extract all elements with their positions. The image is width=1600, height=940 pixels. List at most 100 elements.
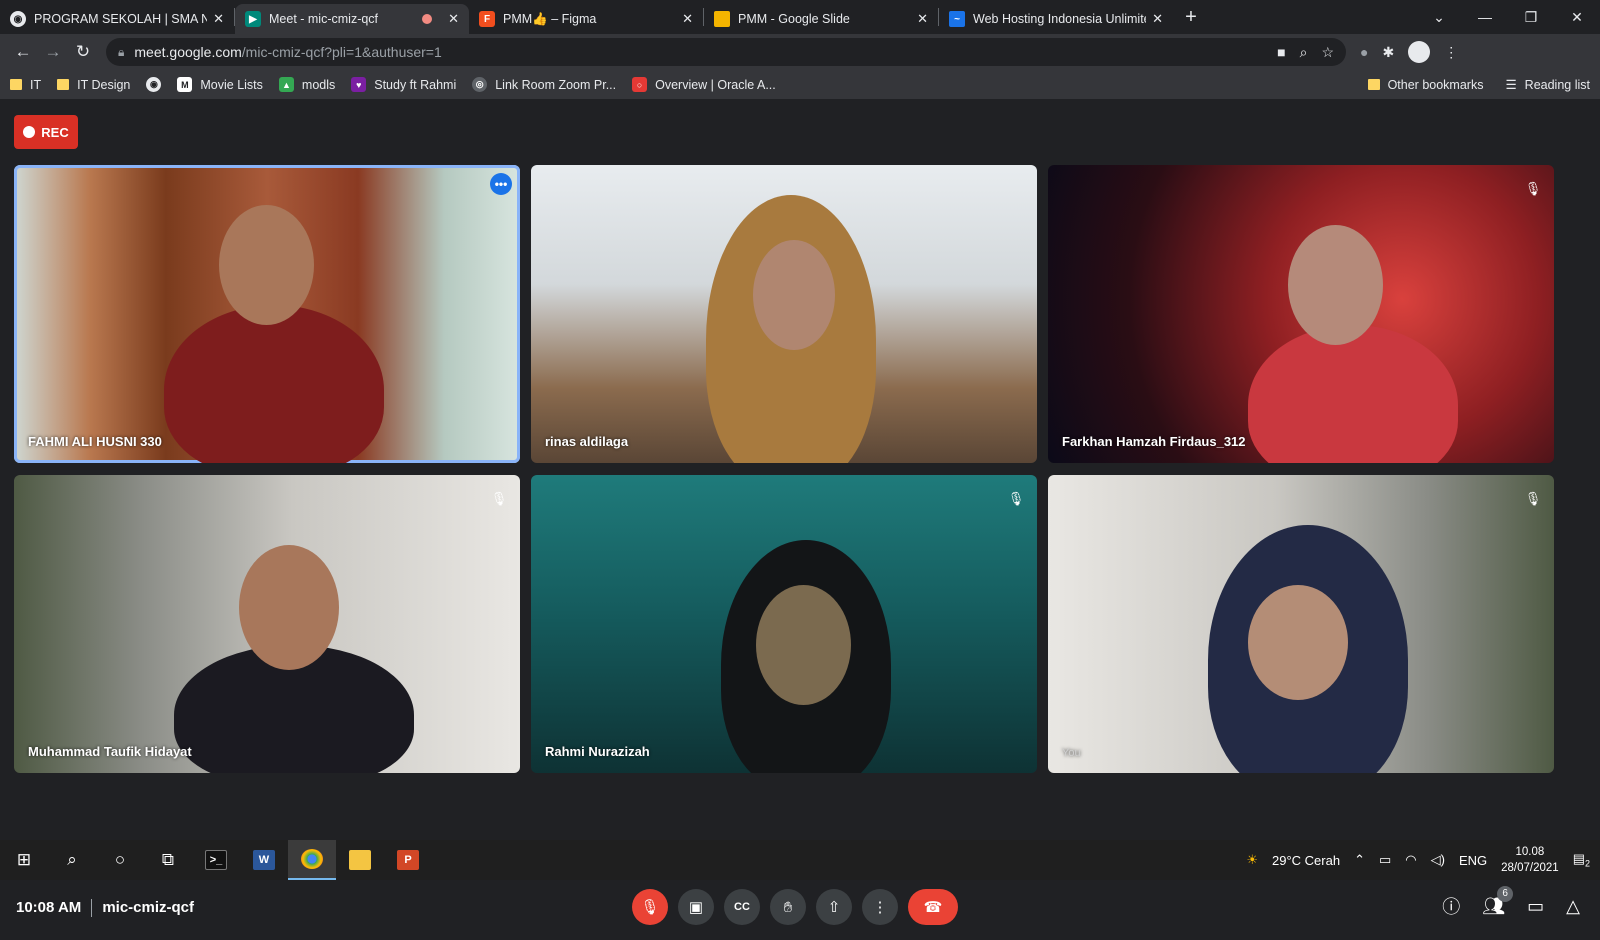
tab-title: PMM - Google Slide [738,12,850,26]
minimize-button[interactable]: — [1462,9,1508,25]
extension-icon[interactable]: ● [1360,44,1368,60]
participant-tile[interactable]: 🎙︎ Muhammad Taufik Hidayat [14,475,520,773]
restore-button[interactable]: ❐ [1508,9,1554,26]
file-explorer-icon[interactable] [336,840,384,880]
menu-icon[interactable]: ⋮ [1444,44,1458,61]
participant-name: Farkhan Hamzah Firdaus_312 [1062,434,1246,449]
tab-figma[interactable]: F PMM👍 – Figma ✕ [469,4,703,34]
close-icon[interactable]: ✕ [682,11,693,27]
bookmark-oracle[interactable]: ○ Overview | Oracle A... [632,77,776,92]
info-icon[interactable]: ⓘ [1442,893,1460,919]
forward-icon[interactable]: → [38,42,68,62]
terminal-app: >_ [205,850,227,870]
star-icon[interactable]: ☆ [1321,44,1334,61]
volume-icon[interactable]: ◁) [1431,852,1445,868]
close-icon[interactable]: ✕ [1152,11,1163,27]
tab-title: PMM👍 – Figma [503,11,597,26]
battery-icon[interactable]: ▭ [1379,852,1391,868]
meeting-code[interactable]: mic-cmiz-qcf [102,899,194,916]
camera-icon[interactable]: ■ [1277,44,1285,61]
more-options-icon[interactable]: ••• [490,173,512,195]
chrome-icon[interactable] [288,840,336,880]
search-icon[interactable]: ⌕ [48,840,96,880]
close-icon[interactable]: ✕ [213,11,224,27]
back-icon[interactable]: ← [8,42,38,62]
hand-icon: ✋︎ [783,898,793,916]
windows-start-icon[interactable]: ⊞ [0,840,48,880]
bookmark-movie-lists[interactable]: M Movie Lists [177,77,263,92]
more-options-button[interactable]: ⋮ [862,889,898,925]
other-bookmarks[interactable]: Other bookmarks [1367,77,1484,92]
participant-tile[interactable]: 🎙︎ Rahmi Nurazizah [531,475,1037,773]
system-tray: ☀ 29°C Cerah ⌃ ▭ ◠ ◁) ENG 10.08 28/07/20… [1246,844,1600,876]
tab-title: Web Hosting Indonesia Unlimite [973,12,1147,26]
participant-face [1288,225,1383,345]
close-icon[interactable]: ✕ [917,11,928,27]
notification-icon[interactable]: ▤2 [1573,851,1590,869]
leave-call-button[interactable]: ☎︎ [908,889,958,925]
word-icon[interactable]: W [240,840,288,880]
powerpoint-icon[interactable]: P [384,840,432,880]
hang-up-icon: ☎︎ [923,899,943,916]
toolbar-right: ● ✱ ⋮ [1360,41,1458,63]
bookmark-label: Other bookmarks [1387,77,1484,92]
mic-toggle-button[interactable]: 🎙︎ [632,889,668,925]
puzzle-icon[interactable]: ✱ [1382,44,1394,61]
browser-tab-bar: ◉ PROGRAM SEKOLAH | SMA NEGE ✕ ▶ Meet - … [0,0,1600,34]
clock[interactable]: 10.08 28/07/2021 [1501,844,1559,876]
participant-tile-self[interactable]: 🎙︎ You [1048,475,1554,773]
tab-meet[interactable]: ▶ Meet - mic-cmiz-qcf ✕ [235,4,469,34]
activities-icon[interactable]: △ [1566,896,1580,917]
present-button[interactable]: ⇧ [816,889,852,925]
folder-icon [57,79,70,90]
weather-icon[interactable]: ☀ [1246,852,1258,868]
wifi-icon[interactable]: ◠ [1405,852,1416,868]
language-indicator[interactable]: ENG [1459,853,1487,868]
drive-icon: ▲ [278,77,294,92]
reload-icon[interactable]: ↻ [68,42,98,62]
captions-button[interactable]: CC [724,889,760,925]
tab-program-sekolah[interactable]: ◉ PROGRAM SEKOLAH | SMA NEGE ✕ [0,4,234,34]
bookmark-modls[interactable]: ▲ modls [278,77,335,92]
chevron-up-icon[interactable]: ⌃ [1354,852,1365,868]
tab-search-icon[interactable]: ⌄ [1416,9,1462,26]
windows-taskbar: ⊞ ⌕ ○ ⧉ >_ W P ☀ 29°C Cerah ⌃ ▭ ◠ ◁) ENG… [0,840,1600,880]
camera-toggle-button[interactable]: ▣ [678,889,714,925]
meet-stage: REC ••• FAHMI ALI HUSNI 330 rinas aldila… [0,100,1600,925]
window-controls: ⌄ — ❐ ✕ [1416,0,1600,34]
bookmark-label: Movie Lists [200,77,263,92]
raise-hand-button[interactable]: ✋︎ [770,889,806,925]
chat-icon[interactable]: ▭ [1527,896,1544,917]
recording-badge[interactable]: REC [14,115,78,149]
bookmark-label: Study ft Rahmi [374,77,457,92]
close-window-button[interactable]: ✕ [1554,9,1600,26]
participant-name: Muhammad Taufik Hidayat [28,744,192,759]
avatar[interactable] [1408,41,1431,63]
tab-google-slide[interactable]: PMM - Google Slide ✕ [704,4,938,34]
weather-text[interactable]: 29°C Cerah [1272,853,1340,868]
task-view-icon[interactable]: ⧉ [144,840,192,880]
participant-tile[interactable]: rinas aldilaga [531,165,1037,463]
people-button[interactable]: 👥︎ 6 [1482,885,1514,917]
participant-tile[interactable]: 🎙︎ Farkhan Hamzah Firdaus_312 [1048,165,1554,463]
new-tab-button[interactable]: + [1173,6,1209,29]
bookmark-it-design[interactable]: IT Design [57,78,130,92]
bookmark-label: Reading list [1524,77,1590,92]
bookmark-it[interactable]: IT [10,78,41,92]
participant-tile[interactable]: ••• FAHMI ALI HUSNI 330 [14,165,520,463]
reading-list[interactable]: ☰ Reading list [1505,77,1590,93]
word-app: W [253,850,275,870]
mic-off-icon: 🎙︎ [640,899,660,916]
close-icon[interactable]: ✕ [448,11,459,27]
explorer-app [349,850,371,870]
tab-web-hosting[interactable]: ~ Web Hosting Indonesia Unlimite ✕ [939,4,1173,34]
lock-icon[interactable]: 🔒︎ [118,45,124,60]
zoom-icon[interactable]: ⌕ [1300,44,1308,61]
cortana-icon[interactable]: ○ [96,840,144,880]
figma-icon: F [479,11,495,27]
address-bar[interactable]: 🔒︎ meet.google.com /mic-cmiz-qcf?pli=1&a… [106,38,1346,66]
terminal-icon[interactable]: >_ [192,840,240,880]
bookmark-study[interactable]: ♥ Study ft Rahmi [351,77,456,92]
bookmark-zoom[interactable]: ◎ Link Room Zoom Pr... [472,77,616,92]
bookmark-globe[interactable]: ◉ [146,77,162,92]
